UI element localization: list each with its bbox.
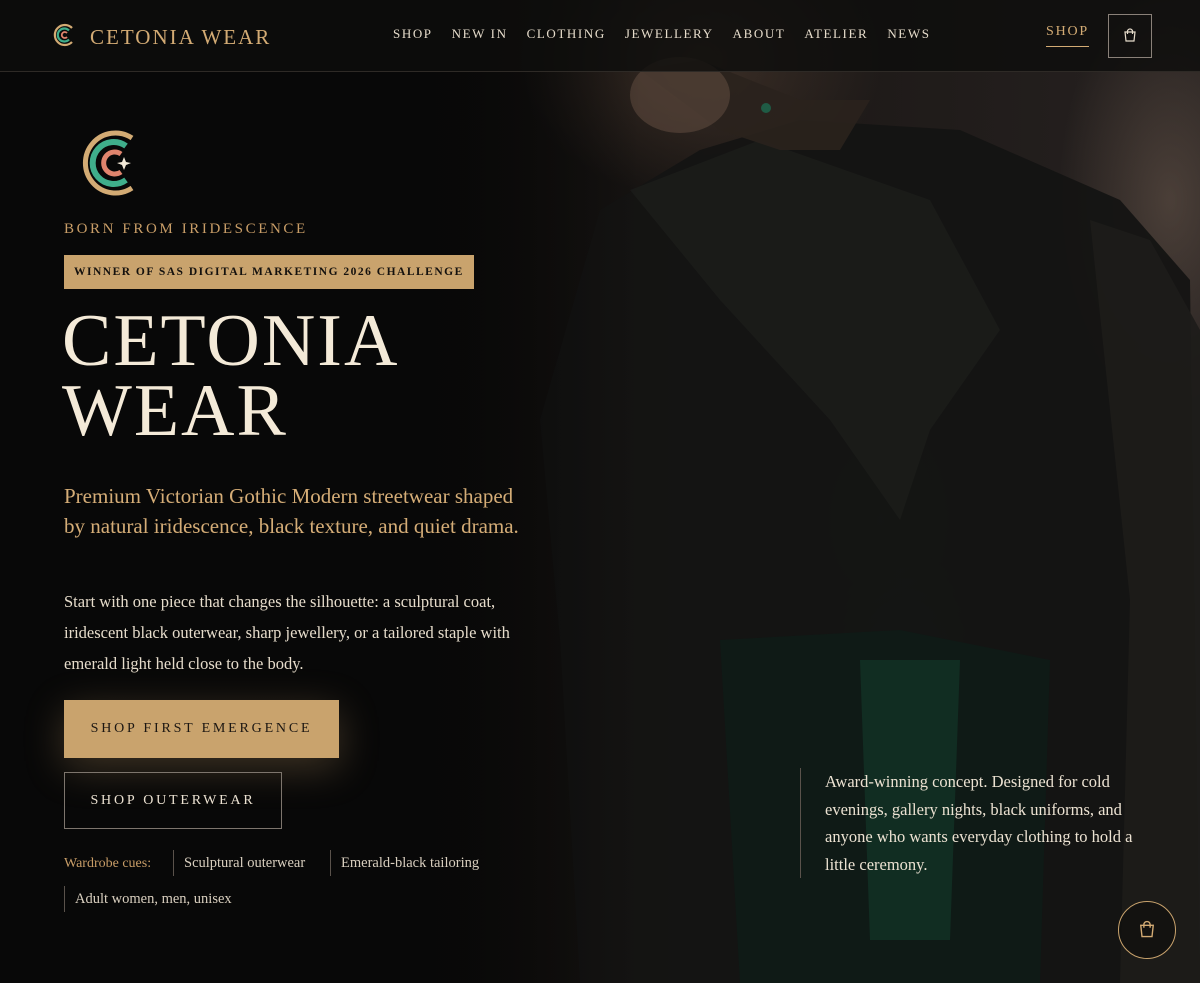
nav-new-in[interactable]: NEW IN bbox=[452, 26, 508, 42]
main-nav: SHOP NEW IN CLOTHING JEWELLERY ABOUT ATE… bbox=[393, 26, 931, 42]
nav-news[interactable]: NEWS bbox=[887, 26, 930, 42]
shopping-bag-icon bbox=[1137, 919, 1157, 942]
cue-chip: Adult women, men, unisex bbox=[64, 886, 232, 912]
nav-clothing[interactable]: CLOTHING bbox=[527, 26, 606, 42]
hero-logo-icon bbox=[74, 124, 150, 202]
hero-title: CETONIA WEAR bbox=[62, 300, 400, 452]
cue-chip: Emerald-black tailoring bbox=[330, 850, 479, 876]
shopping-bag-icon bbox=[1122, 27, 1138, 46]
side-note: Award-winning concept. Designed for cold… bbox=[800, 768, 1140, 878]
floating-cart-button[interactable] bbox=[1118, 901, 1176, 959]
wardrobe-cues-label: Wardrobe cues: bbox=[64, 856, 152, 871]
shop-outerwear-button[interactable]: SHOP OUTERWEAR bbox=[64, 772, 282, 829]
cetonia-logo-icon bbox=[52, 22, 78, 53]
shop-first-emergence-button[interactable]: SHOP FIRST EMERGENCE bbox=[64, 700, 339, 758]
header-shop-link[interactable]: SHOP bbox=[1046, 24, 1089, 47]
award-badge: WINNER OF SAS DIGITAL MARKETING 2026 CHA… bbox=[64, 255, 474, 289]
brand-link[interactable]: CETONIA WEAR bbox=[52, 22, 271, 53]
cue-chip: Sculptural outerwear bbox=[173, 850, 305, 876]
hero-title-line1: CETONIA bbox=[62, 300, 400, 382]
nav-shop[interactable]: SHOP bbox=[393, 26, 433, 42]
hero-body: Start with one piece that changes the si… bbox=[64, 592, 510, 673]
cart-button[interactable] bbox=[1108, 14, 1152, 58]
site-header: CETONIA WEAR SHOP NEW IN CLOTHING JEWELL… bbox=[0, 0, 1200, 72]
nav-jewellery[interactable]: JEWELLERY bbox=[625, 26, 714, 42]
hero-lead: Premium Victorian Gothic Modern streetwe… bbox=[64, 484, 519, 538]
hero-title-line2: WEAR bbox=[62, 370, 288, 452]
brand-name: CETONIA WEAR bbox=[90, 25, 272, 49]
hero-eyebrow: BORN FROM IRIDESCENCE bbox=[64, 221, 308, 237]
nav-atelier[interactable]: ATELIER bbox=[804, 26, 868, 42]
nav-about[interactable]: ABOUT bbox=[733, 26, 786, 42]
